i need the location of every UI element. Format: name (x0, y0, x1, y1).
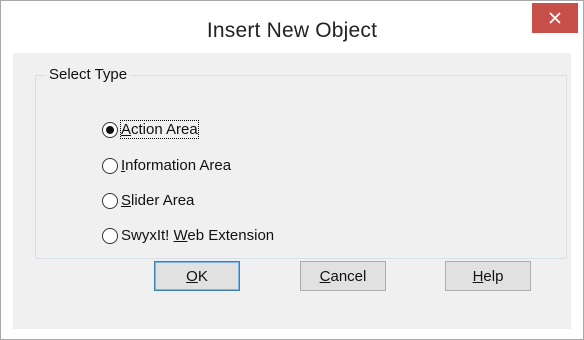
accelerator-key: O (186, 267, 198, 285)
radio-label-swyxit-web-extension: SwyxIt! Web Extension (121, 227, 274, 244)
cancel-button[interactable]: Cancel (300, 261, 386, 291)
label-rest: ction Area (131, 121, 198, 138)
insert-new-object-dialog: Insert New Object Select Type Action Are… (0, 0, 584, 340)
accelerator-key: C (319, 267, 331, 285)
button-label-rest: ancel (330, 267, 367, 285)
radio-button[interactable] (102, 157, 118, 174)
button-label-rest: elp (483, 267, 504, 285)
accelerator-key: H (472, 267, 484, 285)
radio-button[interactable] (102, 192, 118, 209)
ok-button[interactable]: OK (154, 261, 240, 291)
label-prefix: SwyxIt! (121, 227, 174, 244)
radio-selected-dot (106, 125, 114, 134)
help-button[interactable]: Help (445, 261, 531, 291)
button-label-rest: K (197, 267, 208, 285)
dialog-title: Insert New Object (206, 19, 378, 42)
radio-button[interactable] (102, 227, 118, 244)
accelerator-key: W (173, 227, 188, 244)
radio-information-area[interactable]: Information Area (102, 157, 231, 174)
label-rest: eb Extension (187, 227, 275, 244)
radio-button[interactable] (102, 121, 118, 138)
radio-label-slider-area: Slider Area (121, 192, 194, 209)
close-icon (549, 12, 561, 24)
label-rest: nformation Area (125, 157, 232, 174)
radio-slider-area[interactable]: Slider Area (102, 192, 194, 209)
accelerator-key: S (121, 192, 132, 209)
group-title: Select Type (46, 66, 131, 83)
radio-label-information-area: Information Area (121, 157, 231, 174)
radio-label-action-area: Action Area (120, 120, 199, 139)
accelerator-key: A (121, 121, 132, 138)
close-button[interactable] (532, 3, 578, 33)
dialog-body: Select Type Action Area Information Area… (13, 53, 571, 329)
label-rest: lider Area (131, 192, 195, 209)
radio-action-area[interactable]: Action Area (102, 120, 199, 139)
select-type-group: Select Type Action Area Information Area… (35, 66, 567, 259)
radio-swyxit-web-extension[interactable]: SwyxIt! Web Extension (102, 227, 274, 244)
